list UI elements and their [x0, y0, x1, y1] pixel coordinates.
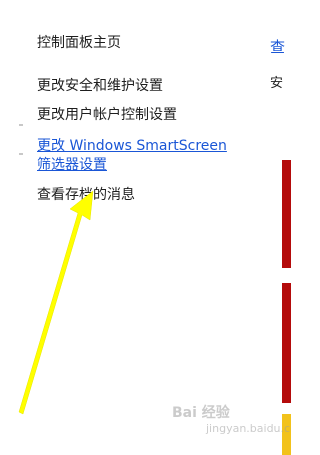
watermark-logo: Bai 经验 — [172, 405, 230, 421]
baidu-watermark: Bai 经验 jingyan.baidu.com — [172, 398, 291, 446]
watermark-url: jingyan.baidu.com — [206, 422, 291, 435]
control-panel-window: 控制面板主页 更改安全和维护设置 更改用户帐户控制设置 更改 Windows S… — [0, 0, 291, 455]
annotation-arrow-icon — [18, 190, 94, 415]
